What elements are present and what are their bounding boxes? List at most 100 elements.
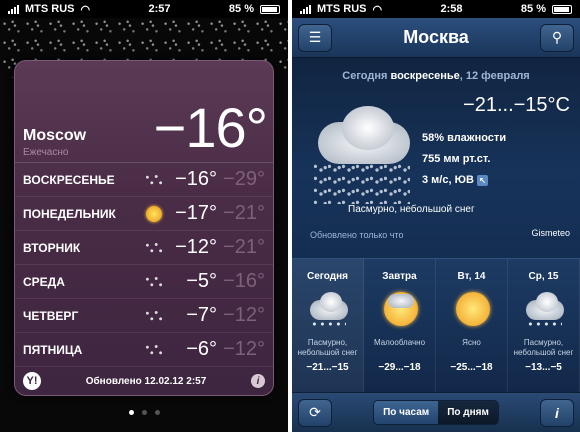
list-icon: ☰	[308, 29, 322, 45]
view-toggle[interactable]: По часам По дням	[373, 400, 499, 425]
card-footer: Y! Обновлено 12.02.12 2:57 i	[15, 367, 273, 395]
daily-tab[interactable]: По дням	[438, 401, 498, 424]
forecast-row: ВТОРНИК −12° −21°	[15, 231, 273, 265]
snow-icon	[143, 308, 165, 323]
temperature-range: −21...−15°C	[463, 94, 570, 116]
forecast-range: −13...−5	[525, 362, 562, 373]
sun-icon	[146, 205, 162, 222]
weather-card[interactable]: Moscow Ежечасно −16° ВОСКРЕСЕНЬЕ −16° −2…	[14, 60, 274, 396]
hourly-tab[interactable]: По часам	[374, 401, 439, 424]
cloud-snow-icon	[522, 290, 566, 330]
day-label: ПЯТНИЦА	[23, 342, 83, 357]
low-temp: −29°	[223, 168, 265, 190]
page-dot	[141, 410, 147, 415]
cloud-snow-icon	[306, 100, 418, 170]
forecast-row: СРЕДА −5° −16°	[15, 265, 273, 299]
city-subtitle: Ежечасно	[23, 147, 69, 158]
day-label: ЧЕТВЕРГ	[23, 308, 79, 323]
snow-icon	[143, 240, 165, 255]
status-bar: MTS RUS ◠ 2:57 85 %	[0, 0, 288, 18]
forecast-range: −25...−18	[450, 362, 493, 373]
cloud-snow-icon	[306, 290, 350, 330]
forecast-row: ВОСКРЕСЕНЬЕ −16° −29°	[15, 163, 273, 197]
wind-direction-icon: ↖	[476, 174, 488, 186]
high-temp: −17°	[175, 202, 217, 224]
forecast-desc: Малооблачно	[373, 338, 426, 347]
forecast-day[interactable]: Ср, 15 Пасмурно, небольшой снег −13...−5	[508, 259, 580, 392]
snow-icon	[143, 342, 165, 357]
search-icon: ⚲	[551, 29, 563, 45]
partly-cloudy-icon	[378, 290, 422, 328]
weather-details: 58% влажности 755 мм рт.ст. 3 м/с, ЮВ ↖	[422, 128, 506, 191]
low-temp: −21°	[223, 202, 265, 224]
current-temperature: −16°	[153, 96, 268, 159]
signal-icon	[300, 4, 311, 14]
refresh-button[interactable]: ⟳	[298, 398, 332, 427]
high-temp: −16°	[175, 168, 217, 190]
high-temp: −5°	[186, 270, 217, 292]
pressure: 755 мм рт.ст.	[422, 153, 491, 165]
forecast-day-label: Ср, 15	[528, 271, 559, 282]
battery-percent: 85 %	[228, 3, 254, 15]
day-label: СРЕДА	[23, 274, 65, 289]
page-dot	[128, 410, 134, 415]
forecast-day[interactable]: Вт, 14 Ясно −25...−18	[436, 259, 508, 392]
info-button[interactable]: i	[539, 398, 574, 427]
page-indicator[interactable]	[0, 410, 288, 415]
battery-percent: 85 %	[520, 3, 546, 15]
forecast-day[interactable]: Сегодня Пасмурно, небольшой снег −21...−…	[292, 259, 364, 392]
gismeteo-logo[interactable]: Gismeteo	[531, 228, 570, 238]
updated-label: Обновлено 12.02.12 2:57	[85, 375, 207, 387]
forecast-desc: Пасмурно, небольшой снег	[513, 338, 574, 357]
forecast-row: ЧЕТВЕРГ −7° −12°	[15, 299, 273, 333]
daily-forecast[interactable]: Сегодня Пасмурно, небольшой снег −21...−…	[292, 258, 580, 392]
high-temp: −7°	[186, 304, 217, 326]
battery-icon	[552, 4, 572, 14]
list-button[interactable]: ☰	[298, 23, 332, 52]
nav-bar: ☰ Москва ⚲	[292, 18, 580, 58]
forecast-desc: Пасмурно, небольшой снег	[297, 338, 358, 357]
low-temp: −16°	[223, 270, 265, 292]
info-button[interactable]: i	[250, 374, 265, 388]
forecast-range: −21...−15	[306, 362, 349, 373]
clock: 2:57	[148, 3, 171, 15]
low-temp: −12°	[223, 338, 265, 360]
snow-icon	[143, 172, 165, 187]
wifi-icon: ◠	[372, 3, 383, 16]
wifi-icon: ◠	[80, 3, 91, 16]
refresh-icon: ⟳	[309, 404, 321, 420]
snowfall-icon	[314, 164, 410, 204]
high-temp: −12°	[175, 236, 217, 258]
updated-label: Обновлено только что	[310, 230, 404, 240]
forecast-day-label: Завтра	[382, 271, 417, 282]
clock: 2:58	[440, 3, 463, 15]
battery-icon	[260, 4, 280, 14]
low-temp: −21°	[223, 236, 265, 258]
day-label: ПОНЕДЕЛЬНИК	[23, 206, 116, 221]
yahoo-weather-screen: MTS RUS ◠ 2:57 85 % Moscow Ежечасно −16°…	[0, 0, 288, 432]
forecast-day-label: Сегодня	[306, 271, 348, 282]
low-temp: −12°	[223, 304, 265, 326]
yahoo-logo-icon[interactable]: Y!	[23, 372, 41, 390]
sun-icon	[450, 290, 494, 328]
current-conditions: −21...−15°C 58% влажности 755 мм рт.ст. …	[292, 82, 580, 258]
current-weather: Moscow Ежечасно −16°	[15, 61, 273, 163]
forecast-row: ПОНЕДЕЛЬНИК −17° −21°	[15, 197, 273, 231]
bottom-toolbar: ⟳ По часам По дням i	[292, 392, 580, 432]
day-label: ВТОРНИК	[23, 240, 81, 255]
forecast-range: −29...−18	[378, 362, 421, 373]
weekday: воскресенье	[390, 70, 460, 82]
carrier-label: MTS RUS	[25, 3, 75, 15]
condition-text: Пасмурно, небольшой снег	[348, 204, 475, 215]
forecast-desc: Ясно	[462, 338, 481, 347]
search-button[interactable]: ⚲	[540, 23, 574, 52]
day-label: ВОСКРЕСЕНЬЕ	[23, 172, 115, 187]
city-title: Москва	[403, 27, 469, 47]
humidity: 58% влажности	[422, 132, 507, 144]
page-dot	[154, 410, 160, 415]
status-bar: MTS RUS ◠ 2:58 85 %	[292, 0, 580, 18]
forecast-day[interactable]: Завтра Малооблачно −29...−18	[364, 259, 436, 392]
city-name: Moscow	[23, 127, 87, 144]
wind: 3 м/с, ЮВ	[422, 174, 474, 186]
forecast-row: ПЯТНИЦА −6° −12°	[15, 333, 273, 367]
